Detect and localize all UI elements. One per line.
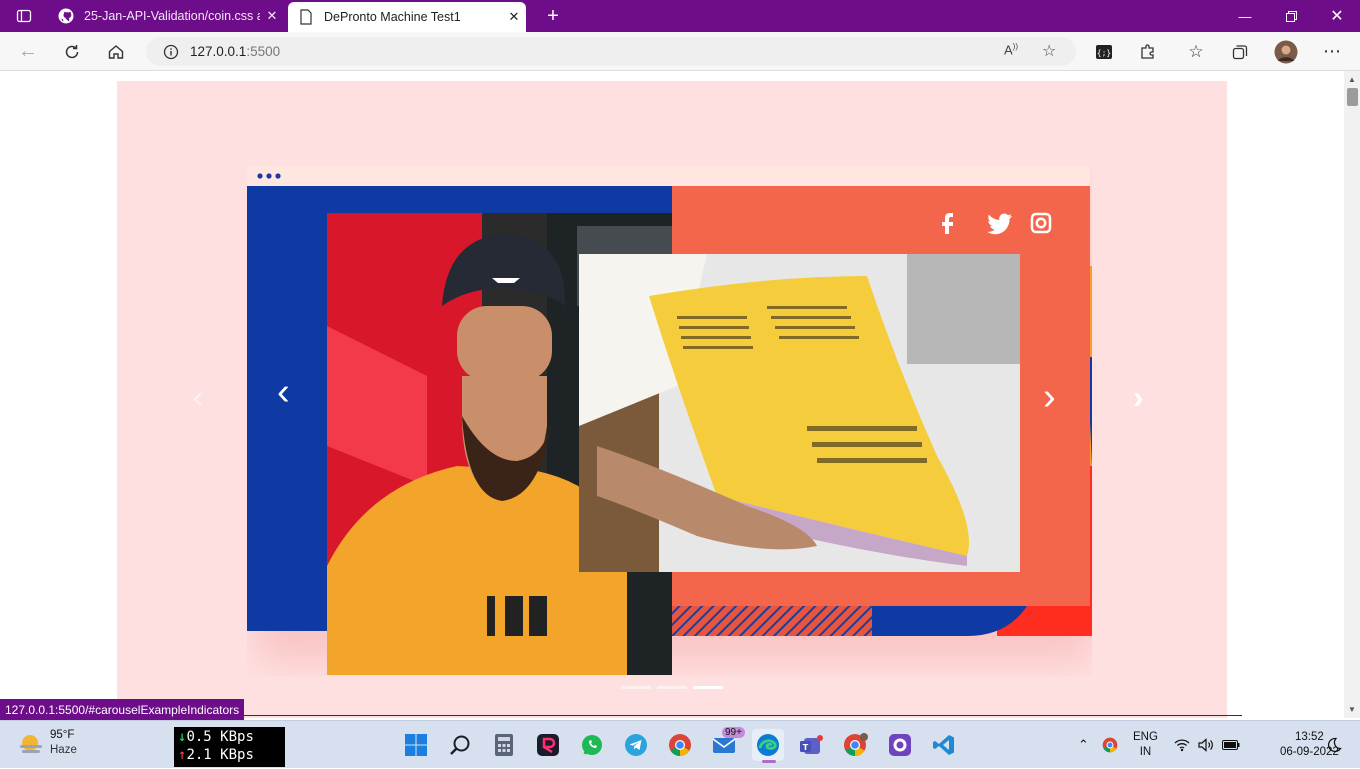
- notifications-icon[interactable]: [1326, 721, 1342, 769]
- refresh-icon[interactable]: [54, 32, 90, 71]
- carousel-next-outer-icon[interactable]: ›: [1133, 379, 1144, 416]
- network-speed-monitor: ↓0.5 KBps ↑2.1 KBps: [174, 727, 285, 767]
- browser-tab-bar: 25-Jan-API-Validation/coin.css at ✕ DePr…: [0, 0, 1360, 32]
- status-url: 127.0.0.1:5500/#carouselExampleIndicator…: [0, 699, 245, 720]
- carousel-indicators: [621, 686, 723, 689]
- github-desktop-icon[interactable]: [884, 729, 916, 761]
- url-text: 127.0.0.1:5500: [190, 44, 281, 59]
- net-down: 0.5 KBps: [186, 729, 254, 745]
- carousel-indicator[interactable]: [693, 686, 723, 689]
- web-page: ‹ ‹ › ›: [0, 71, 1344, 718]
- active-indicator: [762, 760, 776, 763]
- carousel-indicator[interactable]: [621, 686, 651, 689]
- tab-actions-icon[interactable]: [6, 0, 42, 35]
- carousel-indicator[interactable]: [657, 686, 687, 689]
- restore-icon[interactable]: [1268, 0, 1314, 32]
- language-indicator[interactable]: ENG IN: [1133, 721, 1158, 769]
- address-bar[interactable]: 127.0.0.1:5500 A)) ☆: [146, 37, 1076, 66]
- chrome-icon[interactable]: [664, 729, 696, 761]
- svg-text:T: T: [803, 743, 809, 752]
- show-hidden-icons[interactable]: ⌃: [1078, 721, 1089, 769]
- github-icon: [58, 8, 74, 24]
- tab-github[interactable]: 25-Jan-API-Validation/coin.css at ✕: [48, 0, 284, 32]
- clock-time: 13:52: [1295, 731, 1324, 743]
- start-icon[interactable]: [400, 729, 432, 761]
- back-icon[interactable]: ←: [10, 32, 46, 71]
- app-pink-icon[interactable]: [532, 729, 564, 761]
- settings-more-icon[interactable]: ⋯: [1314, 32, 1350, 71]
- read-aloud-icon[interactable]: A)): [1004, 42, 1018, 57]
- carousel: ‹ ‹ › ›: [117, 81, 1227, 718]
- favorites-icon[interactable]: ☆: [1178, 32, 1214, 71]
- tab-depronto[interactable]: DePronto Machine Test1 ✕: [288, 2, 526, 32]
- home-icon[interactable]: [98, 32, 134, 71]
- page-bottom-border: [235, 715, 1242, 718]
- net-up: 2.1 KBps: [186, 747, 254, 763]
- extension-devtools-icon[interactable]: {;}: [1086, 32, 1122, 71]
- close-window-icon[interactable]: ✕: [1314, 0, 1360, 32]
- svg-text:{;}: {;}: [1097, 48, 1111, 57]
- wifi-icon[interactable]: [1174, 721, 1190, 769]
- edge-icon[interactable]: [752, 729, 784, 763]
- new-tab-button[interactable]: +: [530, 0, 576, 32]
- tab-title: 25-Jan-API-Validation/coin.css at: [84, 9, 260, 23]
- weather-widget[interactable]: 95°F Haze: [18, 728, 77, 758]
- chrome-profile-icon[interactable]: [840, 729, 872, 761]
- tray-chrome-icon[interactable]: [1102, 721, 1118, 769]
- scroll-down-icon[interactable]: ▼: [1348, 705, 1356, 714]
- calculator-icon[interactable]: [488, 729, 520, 761]
- collections-icon[interactable]: [1222, 32, 1258, 71]
- weather-temp: 95°F: [50, 729, 75, 741]
- vertical-scrollbar[interactable]: ▲ ▼: [1344, 71, 1360, 718]
- telegram-icon[interactable]: [620, 729, 652, 761]
- whatsapp-icon[interactable]: [576, 729, 608, 761]
- carousel-next-button[interactable]: ›: [1043, 376, 1056, 419]
- scroll-up-icon[interactable]: ▲: [1348, 75, 1356, 84]
- tab-close-icon[interactable]: ✕: [260, 8, 284, 24]
- scroll-thumb[interactable]: [1347, 88, 1358, 106]
- carousel-prev-button[interactable]: ‹: [277, 371, 290, 414]
- volume-icon[interactable]: [1198, 721, 1214, 769]
- profile-avatar[interactable]: [1268, 32, 1304, 71]
- extensions-icon[interactable]: [1130, 32, 1166, 71]
- carousel-prev-outer-icon[interactable]: ‹: [193, 381, 203, 415]
- minimize-icon[interactable]: —: [1222, 0, 1268, 32]
- mail-icon[interactable]: 99+: [708, 727, 745, 761]
- battery-icon[interactable]: [1222, 721, 1240, 769]
- tab-close-icon[interactable]: ✕: [502, 9, 526, 25]
- mail-badge: 99+: [722, 727, 745, 738]
- site-info-icon[interactable]: [156, 44, 186, 60]
- hero-illustration: [247, 166, 1092, 675]
- weather-desc: Haze: [50, 744, 77, 756]
- haze-icon: [20, 735, 42, 753]
- browser-toolbar: ← 127.0.0.1:5500 A)) ☆ {;} ☆ ⋯: [0, 32, 1360, 71]
- lang-text: ENG: [1133, 731, 1158, 743]
- teams-icon[interactable]: T: [796, 729, 828, 761]
- tab-title: DePronto Machine Test1: [324, 10, 461, 24]
- page-icon: [298, 9, 314, 25]
- search-icon[interactable]: [444, 729, 476, 761]
- region-text: IN: [1139, 746, 1152, 758]
- add-favorite-icon[interactable]: ☆: [1042, 41, 1056, 61]
- vscode-icon[interactable]: [928, 729, 960, 761]
